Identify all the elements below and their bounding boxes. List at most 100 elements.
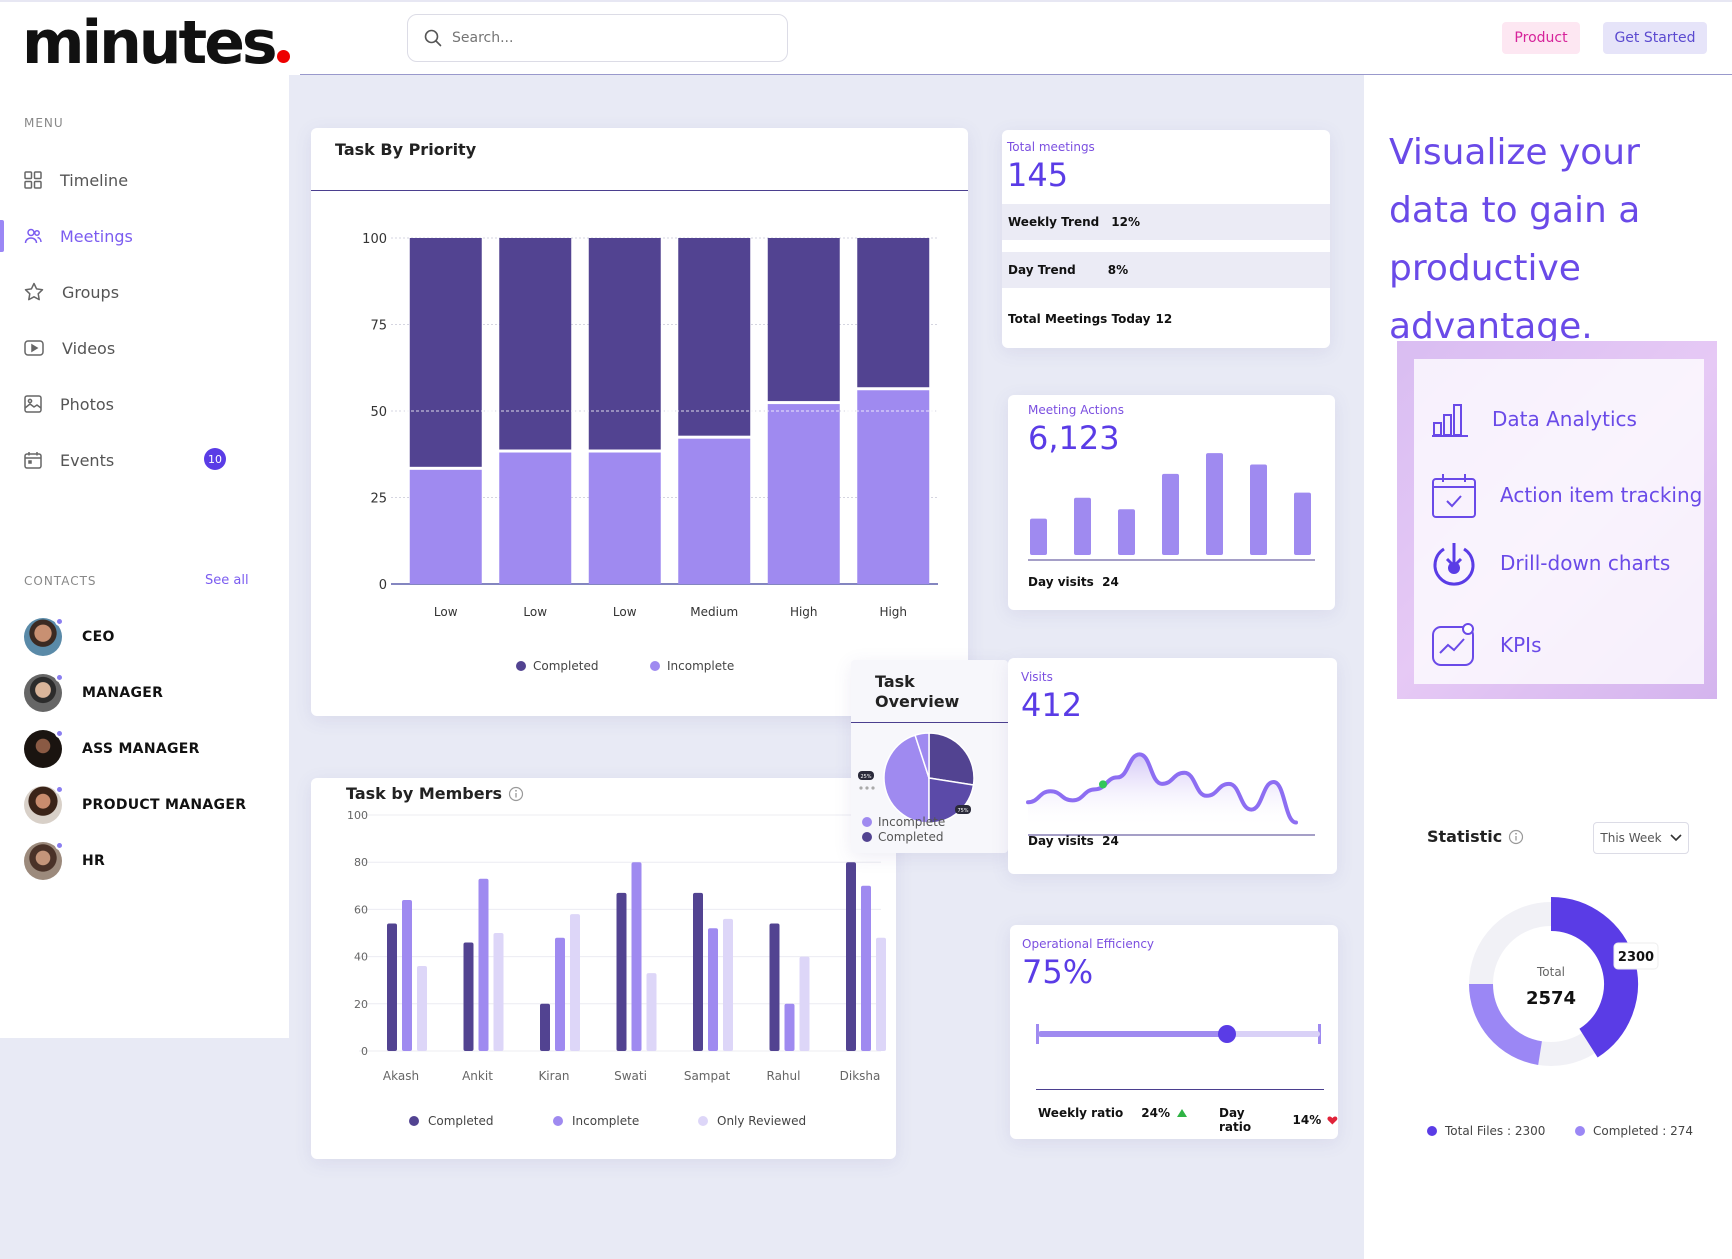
search-box[interactable] xyxy=(407,14,788,62)
meetings-today-row: Total Meetings Today 12 xyxy=(1002,301,1330,337)
bar-only-reviewed xyxy=(417,966,427,1051)
meeting-actions-bars xyxy=(1028,453,1315,561)
app-logo[interactable]: minutes xyxy=(22,8,290,78)
chart-title: Task by Members xyxy=(346,784,502,803)
legend-label: Incomplete xyxy=(572,1114,639,1128)
y-tick-label: 80 xyxy=(354,856,368,869)
chart-title: Task By Priority xyxy=(335,140,477,159)
x-tick-label: Low xyxy=(523,605,547,619)
bar-completed xyxy=(678,238,751,436)
sidebar xyxy=(0,75,289,1038)
info-icon[interactable] xyxy=(1508,829,1524,845)
bar-completed xyxy=(463,942,474,1051)
contact-item[interactable]: HR xyxy=(24,841,105,881)
mini-bar xyxy=(1206,453,1223,555)
y-tick-label: 100 xyxy=(347,809,368,822)
y-tick-label: 50 xyxy=(370,405,387,420)
sidebar-item-videos[interactable]: Videos xyxy=(24,333,115,363)
visits-area xyxy=(1028,754,1296,828)
day-visits-label: Day visits xyxy=(1028,834,1094,848)
bar-only-reviewed xyxy=(799,956,810,1051)
visits-value: 412 xyxy=(1021,686,1083,724)
x-tick-label: Diksha xyxy=(840,1069,881,1083)
y-tick-label: 20 xyxy=(354,998,368,1011)
sidebar-item-label: Timeline xyxy=(60,170,129,190)
legend-label: Completed : 274 xyxy=(1593,1124,1694,1138)
sidebar-item-groups[interactable]: Groups xyxy=(24,277,119,307)
efficiency-label: Operational Efficiency xyxy=(1022,937,1155,951)
visits-line-chart xyxy=(1026,752,1315,836)
search-input[interactable] xyxy=(452,30,752,46)
efficiency-slider-knob[interactable] xyxy=(1217,1025,1236,1043)
overview-title-line2: Overview xyxy=(875,692,960,711)
feature-kpis[interactable]: KPIs xyxy=(1430,621,1542,669)
contact-name: HR xyxy=(82,853,106,869)
trend-value: 12 xyxy=(1155,312,1173,326)
trend-label: Total Meetings Today xyxy=(1008,312,1151,326)
mini-bar xyxy=(1118,509,1135,555)
trend-value: 12% xyxy=(1111,215,1140,229)
sidebar-item-timeline[interactable]: Timeline xyxy=(24,165,128,195)
sidebar-item-meetings[interactable]: Meetings xyxy=(24,221,133,251)
feature-action-item-tracking[interactable]: Action item tracking xyxy=(1430,471,1702,519)
sidebar-item-photos[interactable]: Photos xyxy=(24,389,114,419)
product-button[interactable]: Product xyxy=(1502,22,1580,54)
y-tick-label: 75 xyxy=(370,319,387,334)
day-ratio-value: 14% xyxy=(1292,1113,1322,1127)
y-tick-label: 0 xyxy=(379,578,387,593)
day-visits-label: Day visits xyxy=(1028,575,1094,589)
bar-completed xyxy=(588,238,661,450)
feature-label: KPIs xyxy=(1500,633,1542,657)
photo-icon xyxy=(24,395,42,413)
efficiency-slider-fill xyxy=(1038,1031,1227,1037)
status-dot xyxy=(55,785,64,794)
x-tick-label: Ankit xyxy=(462,1069,493,1083)
contact-item[interactable]: PRODUCT MANAGER xyxy=(24,785,246,825)
sidebar-item-events[interactable]: Events xyxy=(24,445,114,475)
trend-line-icon xyxy=(1432,623,1474,666)
x-tick-label: High xyxy=(879,605,907,619)
statistic-title: Statistic xyxy=(1427,827,1503,846)
contact-item[interactable]: ASS MANAGER xyxy=(24,729,200,769)
period-select[interactable]: This Week xyxy=(1593,822,1689,854)
bar-completed xyxy=(846,862,856,1051)
contact-name: CEO xyxy=(82,629,115,645)
info-icon[interactable] xyxy=(508,786,524,802)
mini-bar xyxy=(1162,473,1179,555)
overview-divider xyxy=(851,722,1008,723)
feature-drill-down-charts[interactable]: Drill-down charts xyxy=(1430,539,1670,587)
bar-incomplete xyxy=(588,452,661,584)
efficiency-value: 75% xyxy=(1022,953,1094,991)
task-by-priority-card: Task By Priority 0 25 50 75 100 Low Low Low Medi… xyxy=(311,128,968,716)
bar-completed xyxy=(499,238,572,450)
sidebar-item-label: Events xyxy=(60,450,115,470)
contact-item[interactable]: CEO xyxy=(24,617,115,657)
see-all-link[interactable]: See all xyxy=(205,573,249,588)
get-started-button[interactable]: Get Started xyxy=(1603,22,1707,54)
title-divider xyxy=(311,190,968,191)
x-tick-label: Sampat xyxy=(684,1069,731,1083)
contact-item[interactable]: MANAGER xyxy=(24,673,163,713)
status-dot xyxy=(55,617,64,626)
x-tick-label: Akash xyxy=(383,1069,419,1083)
trend-label: Day Trend xyxy=(1008,263,1076,277)
pie-badge-label: 75% xyxy=(957,808,968,814)
pie-dots xyxy=(865,786,869,790)
legend-label: Total Files : 2300 xyxy=(1445,1124,1546,1138)
day-ratio-label: Day ratio xyxy=(1219,1106,1252,1134)
bar-incomplete xyxy=(767,404,840,584)
bar-incomplete xyxy=(631,862,642,1051)
x-tick-label: Medium xyxy=(690,605,738,619)
statistic-title-row: Statistic xyxy=(1427,827,1524,846)
feature-label: Drill-down charts xyxy=(1500,551,1671,575)
legend-label: Incomplete xyxy=(878,815,945,829)
bar-incomplete xyxy=(409,469,482,584)
legend-label: Incomplete xyxy=(667,659,734,673)
feature-data-analytics[interactable]: Data Analytics xyxy=(1430,399,1637,439)
efficiency-slider-track[interactable] xyxy=(1038,1025,1320,1043)
bar-completed xyxy=(857,238,930,388)
legend-dot xyxy=(650,661,660,671)
weekly-trend-row: Weekly Trend 12% xyxy=(1002,204,1330,240)
meeting-actions-label: Meeting Actions xyxy=(1028,403,1125,417)
sidebar-bottom-background xyxy=(0,1038,289,1259)
